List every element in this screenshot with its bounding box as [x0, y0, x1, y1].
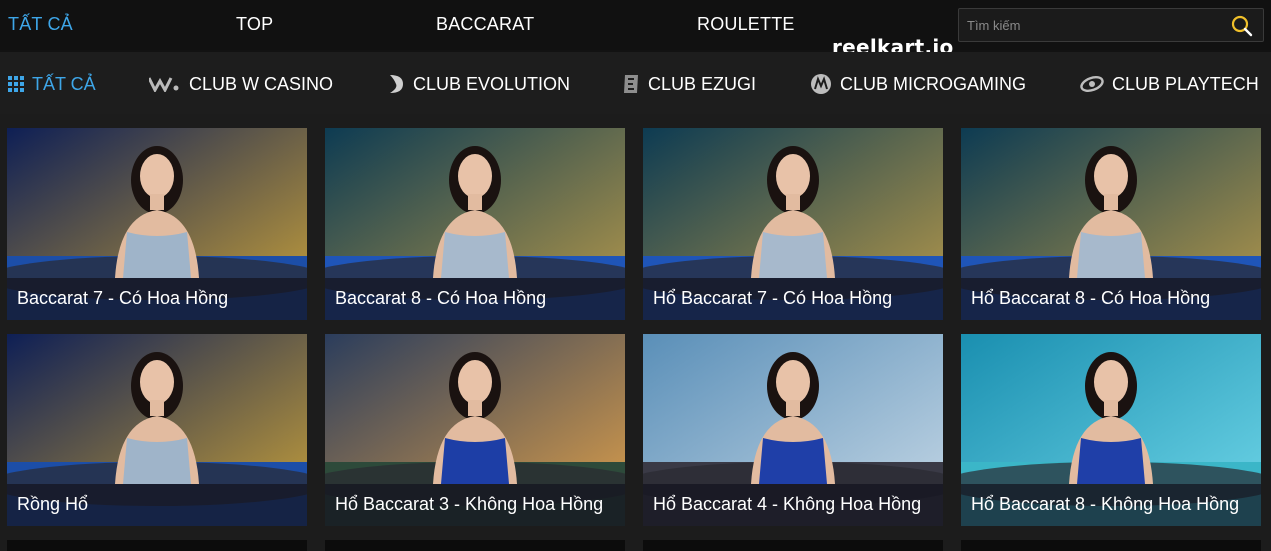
- game-caption: Baccarat 8 - Có Hoa Hồng: [325, 278, 625, 320]
- tab-top[interactable]: TOP: [236, 14, 273, 35]
- game-title: Baccarat 8 - Có Hoa Hồng: [335, 288, 547, 308]
- next-row-card-edge: [7, 540, 307, 551]
- game-caption: Hổ Baccarat 7 - Có Hoa Hồng: [643, 278, 943, 320]
- game-caption: Hổ Baccarat 3 - Không Hoa Hồng: [325, 484, 625, 526]
- game-title: Hổ Baccarat 7 - Có Hoa Hồng: [653, 288, 893, 308]
- game-title: Hổ Baccarat 4 - Không Hoa Hồng: [653, 494, 922, 514]
- provider-label: CLUB MICROGAMING: [840, 73, 1027, 94]
- game-card[interactable]: Hổ Baccarat 7 - Có Hoa Hồng: [643, 128, 943, 320]
- provider-all[interactable]: TẤT CẢ: [8, 72, 96, 96]
- evolution-logo-icon: [390, 75, 403, 93]
- tab-roulette[interactable]: ROULETTE: [697, 14, 795, 35]
- game-card[interactable]: Hổ Baccarat 8 - Có Hoa Hồng: [961, 128, 1261, 320]
- game-caption: Hổ Baccarat 4 - Không Hoa Hồng: [643, 484, 943, 526]
- game-card[interactable]: Baccarat 7 - Có Hoa Hồng: [7, 128, 307, 320]
- search-box: [958, 8, 1264, 42]
- game-title: Rồng Hổ: [17, 494, 89, 514]
- top-navigation: TẤT CẢ TOP BACCARAT ROULETTE: [0, 0, 1271, 50]
- next-row-card-edge: [961, 540, 1261, 551]
- microgaming-logo-icon: [811, 74, 831, 94]
- next-row-card-edge: [325, 540, 625, 551]
- game-caption: Rồng Hổ: [7, 484, 307, 526]
- provider-label: CLUB EVOLUTION: [413, 73, 571, 94]
- game-caption: Baccarat 7 - Có Hoa Hồng: [7, 278, 307, 320]
- provider-label: CLUB W CASINO: [189, 73, 334, 94]
- game-card[interactable]: Baccarat 8 - Có Hoa Hồng: [325, 128, 625, 320]
- provider-microgaming[interactable]: CLUB MICROGAMING: [810, 72, 1026, 96]
- provider-ezugi[interactable]: CLUB EZUGI: [622, 72, 756, 96]
- game-caption: Hổ Baccarat 8 - Có Hoa Hồng: [961, 278, 1261, 320]
- search-input[interactable]: [959, 9, 1229, 41]
- provider-label: CLUB EZUGI: [648, 73, 757, 94]
- w-casino-logo-icon: [149, 77, 179, 92]
- next-row-card-edge: [643, 540, 943, 551]
- game-caption: Hổ Baccarat 8 - Không Hoa Hồng: [961, 484, 1261, 526]
- game-title: Hổ Baccarat 3 - Không Hoa Hồng: [335, 494, 604, 514]
- game-title: Hổ Baccarat 8 - Không Hoa Hồng: [971, 494, 1240, 514]
- tab-baccarat[interactable]: BACCARAT: [436, 14, 534, 35]
- game-card[interactable]: Hổ Baccarat 8 - Không Hoa Hồng: [961, 334, 1261, 526]
- provider-w-casino[interactable]: CLUB W CASINO: [149, 72, 333, 96]
- game-card[interactable]: Rồng Hổ: [7, 334, 307, 526]
- tab-all[interactable]: TẤT CẢ: [8, 14, 73, 35]
- game-card[interactable]: Hổ Baccarat 3 - Không Hoa Hồng: [325, 334, 625, 526]
- provider-label: TẤT CẢ: [32, 73, 96, 94]
- grid-icon: [8, 76, 24, 92]
- provider-playtech[interactable]: CLUB PLAYTECH: [1080, 72, 1259, 96]
- game-card[interactable]: Hổ Baccarat 4 - Không Hoa Hồng: [643, 334, 943, 526]
- provider-label: CLUB PLAYTECH: [1112, 73, 1259, 94]
- game-title: Hổ Baccarat 8 - Có Hoa Hồng: [971, 288, 1211, 308]
- provider-evolution[interactable]: CLUB EVOLUTION: [387, 72, 570, 96]
- ezugi-logo-icon: [624, 75, 638, 93]
- search-icon[interactable]: [1231, 15, 1253, 37]
- playtech-logo-icon: [1080, 76, 1104, 92]
- game-title: Baccarat 7 - Có Hoa Hồng: [17, 288, 229, 308]
- provider-bar: TẤT CẢ CLUB W CASINO CLUB EVOLUTION CLUB…: [0, 52, 1271, 114]
